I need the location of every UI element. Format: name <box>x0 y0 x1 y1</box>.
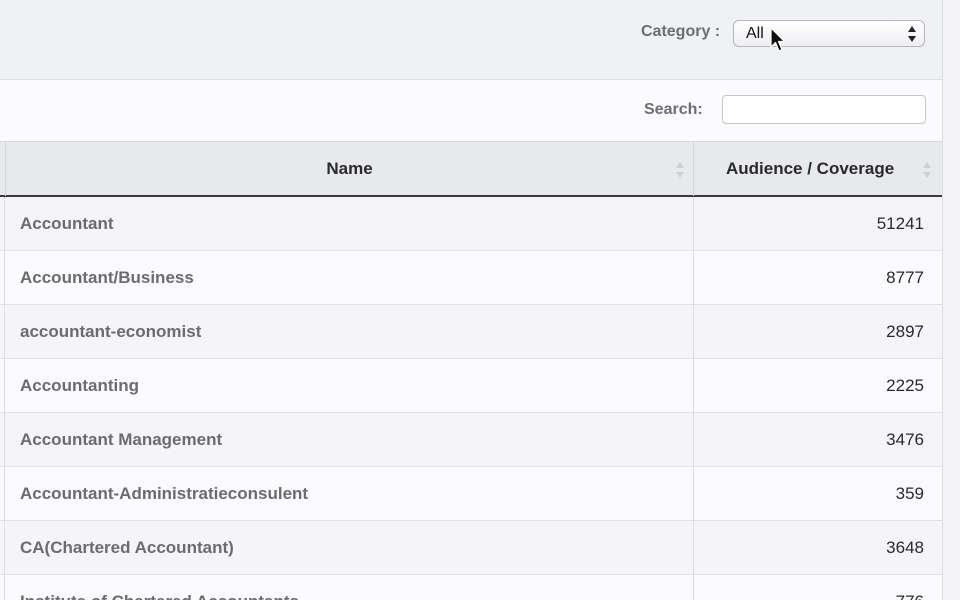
column-header-name-label: Name <box>326 159 373 178</box>
cell-audience: 51241 <box>876 213 924 233</box>
sort-icon <box>676 162 684 178</box>
mouse-cursor-icon <box>770 27 786 52</box>
table-row[interactable]: Accountanting 2225 <box>0 359 942 413</box>
cell-audience: 776 <box>896 575 924 600</box>
table-row[interactable]: Accountant Management 3476 <box>0 413 942 467</box>
column-divider <box>693 359 694 412</box>
column-divider <box>693 413 694 466</box>
cell-name: Accountant <box>20 213 114 233</box>
cell-audience: 3476 <box>886 429 924 449</box>
category-select[interactable]: All <box>733 20 925 47</box>
cell-audience: 8777 <box>886 267 924 287</box>
cell-audience: 359 <box>895 483 924 503</box>
table-row[interactable]: Accountant-Administratieconsulent 359 <box>0 467 942 521</box>
column-header-audience-label: Audience / Coverage <box>726 159 895 178</box>
cell-name: Accountanting <box>20 375 139 395</box>
row-stub <box>0 521 5 574</box>
scrollbar-track[interactable] <box>943 0 960 600</box>
cell-name: Institute of Chartered Accountants <box>20 575 299 600</box>
category-label: Category : <box>641 23 721 40</box>
cell-audience: 2897 <box>886 321 924 341</box>
row-stub <box>0 251 5 304</box>
column-header-name[interactable]: Name <box>6 142 694 196</box>
column-divider <box>693 251 694 304</box>
column-divider <box>693 575 694 600</box>
data-table-panel: Category : All Search: Name Audience / C… <box>0 0 943 600</box>
column-divider <box>693 467 694 520</box>
search-label: Search: <box>644 101 703 118</box>
row-stub <box>0 197 5 250</box>
category-select-value: All <box>746 25 764 42</box>
row-stub <box>0 413 5 466</box>
cell-audience: 2225 <box>886 375 924 395</box>
updown-arrows-icon <box>908 26 916 42</box>
table-row[interactable]: Accountant/Business 8777 <box>0 251 942 305</box>
cell-name: accountant-economist <box>20 321 202 341</box>
cell-name: Accountant Management <box>20 429 223 449</box>
column-divider <box>693 197 694 250</box>
column-header-audience[interactable]: Audience / Coverage <box>694 142 942 196</box>
column-divider <box>693 521 694 574</box>
row-stub <box>0 305 5 358</box>
sort-icon <box>923 162 931 178</box>
cell-name: Accountant-Administratieconsulent <box>20 483 309 503</box>
results-table: Name Audience / Coverage Accountant 51241… <box>0 141 942 600</box>
table-row[interactable]: Accountant 51241 <box>0 197 942 251</box>
table-header: Name Audience / Coverage <box>0 141 942 197</box>
table-row[interactable]: Institute of Chartered Accountants 776 <box>0 575 942 600</box>
row-stub <box>0 359 5 412</box>
row-stub <box>0 575 5 600</box>
search-input[interactable] <box>722 95 926 124</box>
table-body: Accountant 51241 Accountant/Business 8777 ac… <box>0 197 942 600</box>
cell-name: Accountant/Business <box>20 267 194 287</box>
table-row[interactable]: accountant-economist 2897 <box>0 305 942 359</box>
row-stub <box>0 467 5 520</box>
cell-name: CA(Chartered Accountant) <box>20 537 234 557</box>
cell-audience: 3648 <box>886 537 924 557</box>
column-divider <box>693 305 694 358</box>
table-row[interactable]: CA(Chartered Accountant) 3648 <box>0 521 942 575</box>
